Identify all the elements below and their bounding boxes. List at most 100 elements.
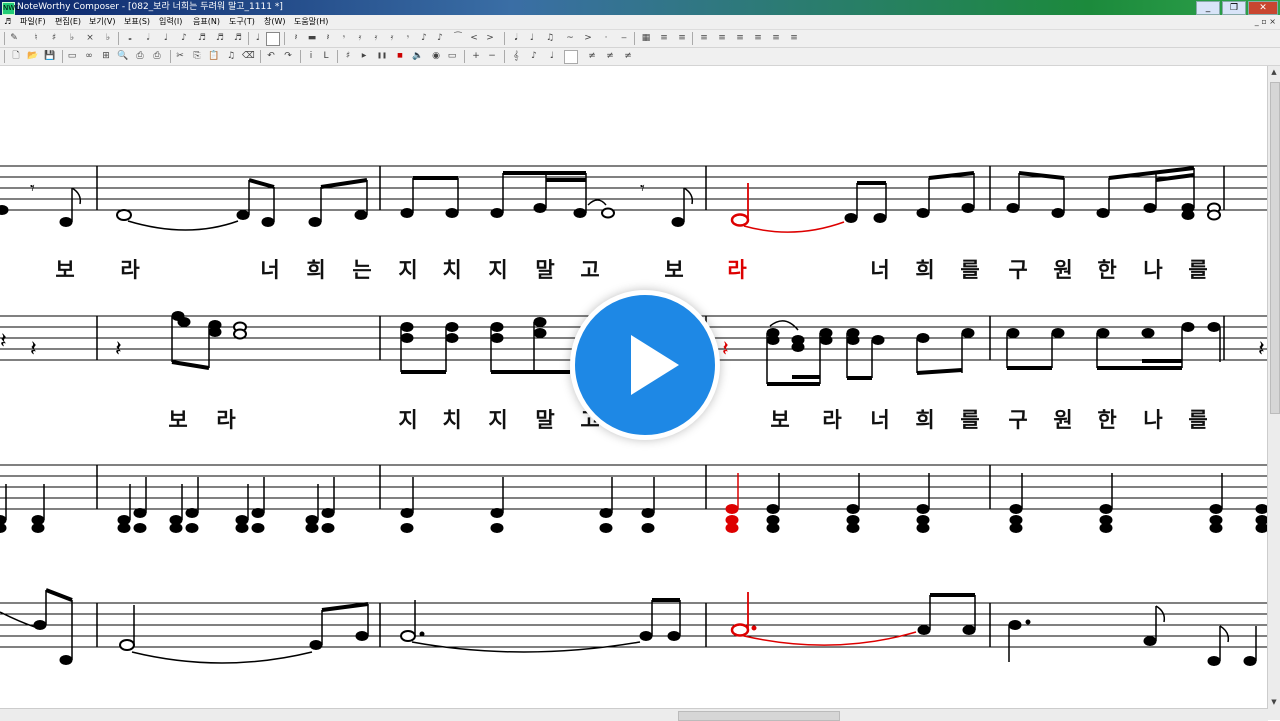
stem-up-icon[interactable]: 𝅘𝅥 bbox=[510, 32, 522, 44]
cut-icon[interactable]: ✂ bbox=[174, 50, 186, 62]
double-flat-icon[interactable]: ♭ bbox=[102, 32, 114, 44]
staff-props-icon[interactable]: ⊞ bbox=[100, 50, 112, 62]
justify-icon[interactable]: ≡ bbox=[752, 32, 764, 44]
justify-full-icon[interactable]: ≡ bbox=[788, 32, 800, 44]
thirty-second-note-icon[interactable]: ♬ bbox=[214, 32, 226, 44]
quarter-note-icon[interactable]: ♩ bbox=[160, 32, 172, 44]
vertical-scrollbar[interactable]: ▲ ▼ bbox=[1267, 66, 1280, 708]
rest-icon[interactable]: 𝄽 bbox=[290, 32, 302, 44]
justify-alt-icon[interactable]: ≡ bbox=[770, 32, 782, 44]
flat-icon[interactable]: ♭ bbox=[66, 32, 78, 44]
new-file-icon[interactable]: 🗋 bbox=[10, 50, 22, 62]
sixteenth-rest-icon[interactable]: 𝄿 bbox=[354, 32, 366, 44]
play-toolbar-icon[interactable]: ▶ bbox=[358, 50, 370, 62]
add-staff-icon[interactable]: + bbox=[470, 50, 482, 62]
redo-icon[interactable]: ↷ bbox=[282, 50, 294, 62]
volume-icon[interactable]: 🔈 bbox=[412, 50, 424, 62]
barline-icon[interactable]: ≠ bbox=[604, 50, 616, 62]
menu-tools[interactable]: 도구(T) bbox=[229, 15, 255, 29]
info-icon[interactable]: i bbox=[305, 50, 317, 62]
midi-icon[interactable]: ▭ bbox=[446, 50, 458, 62]
horizontal-scrollbar[interactable] bbox=[0, 708, 1268, 721]
sixteenth-note-icon[interactable]: ♬ bbox=[196, 32, 208, 44]
double-sharp-icon[interactable]: × bbox=[84, 32, 96, 44]
stem-down-icon[interactable]: ♩ bbox=[526, 32, 538, 44]
sharp-icon[interactable]: ♯ bbox=[48, 32, 60, 44]
natural-icon[interactable]: ♮ bbox=[30, 32, 42, 44]
eighth-rest-icon[interactable]: 𝄾 bbox=[338, 32, 350, 44]
chord-box-icon[interactable] bbox=[266, 32, 280, 46]
menu-notes[interactable]: 음표(N) bbox=[193, 15, 220, 29]
copy-icon[interactable]: ⎘ bbox=[191, 50, 203, 62]
tenuto-icon[interactable]: ‒ bbox=[618, 32, 630, 44]
open-file-icon[interactable]: 📂 bbox=[27, 50, 39, 62]
instrument-icon[interactable]: ♯ bbox=[342, 50, 354, 62]
lines-alt-icon[interactable]: ≡ bbox=[676, 32, 688, 44]
minimize-button[interactable]: _ bbox=[1196, 1, 1220, 15]
paste-special-icon[interactable]: ♫ bbox=[225, 50, 237, 62]
decrescendo-icon[interactable]: > bbox=[484, 32, 496, 44]
maximize-button[interactable]: ❐ bbox=[1222, 1, 1246, 15]
menu-edit[interactable]: 편집(E) bbox=[55, 15, 81, 29]
stop-toolbar-icon[interactable]: ■ bbox=[394, 50, 406, 62]
grace-alt-icon[interactable]: ♪ bbox=[434, 32, 446, 44]
scroll-down-icon[interactable]: ▼ bbox=[1268, 696, 1280, 708]
half-note-icon[interactable]: 𝅗𝅥 bbox=[142, 32, 154, 44]
lyric-syllable: 보 bbox=[770, 408, 790, 432]
quarter-rest-icon[interactable]: 𝄽 bbox=[322, 32, 334, 44]
time-sig-icon[interactable]: ♩ bbox=[546, 50, 558, 62]
menu-help[interactable]: 도움말(H) bbox=[294, 15, 328, 29]
delete-icon[interactable]: ⌫ bbox=[242, 50, 255, 62]
page-view-icon[interactable]: ▭ bbox=[66, 50, 78, 62]
menu-window[interactable]: 창(W) bbox=[264, 15, 286, 29]
dotted-rest-icon[interactable]: 𝄾 bbox=[402, 32, 414, 44]
print-preview-icon[interactable]: ⎙ bbox=[151, 50, 163, 62]
flow-icon[interactable]: ≠ bbox=[622, 50, 634, 62]
eraser-icon[interactable]: ✎ bbox=[8, 32, 20, 44]
lyric-icon[interactable]: L bbox=[320, 50, 332, 62]
crescendo-icon[interactable]: < bbox=[468, 32, 480, 44]
menu-staff[interactable]: 보표(S) bbox=[124, 15, 150, 29]
lines-icon[interactable]: ≡ bbox=[658, 32, 670, 44]
print-icon[interactable]: ⎙ bbox=[134, 50, 146, 62]
zoom-icon[interactable]: 🔍 bbox=[117, 50, 129, 62]
doc-menu-icon[interactable]: ♬ bbox=[4, 15, 11, 29]
beam-icon[interactable]: ♫ bbox=[544, 32, 556, 44]
vertical-scroll-thumb[interactable] bbox=[1270, 82, 1280, 414]
menu-view[interactable]: 보기(V) bbox=[89, 15, 115, 29]
clef-icon[interactable]: 𝄞 bbox=[510, 50, 522, 62]
pause-toolbar-icon[interactable]: ❚❚ bbox=[376, 50, 388, 62]
sixty-fourth-rest-icon[interactable]: 𝄿 bbox=[386, 32, 398, 44]
lyric-syllable: 원 bbox=[1053, 258, 1073, 282]
align-right-icon[interactable]: ≡ bbox=[734, 32, 746, 44]
dynamic-icon[interactable]: ≠ bbox=[586, 50, 598, 62]
thirty-second-rest-icon[interactable]: 𝄿 bbox=[370, 32, 382, 44]
slur-icon[interactable]: ~ bbox=[564, 32, 576, 44]
sixty-fourth-note-icon[interactable]: ♬ bbox=[232, 32, 244, 44]
whole-note-icon[interactable]: 𝅝 bbox=[124, 32, 136, 44]
glasses-icon[interactable]: ∞ bbox=[83, 50, 95, 62]
menu-insert[interactable]: 입력(I) bbox=[159, 15, 182, 29]
tempo-box-icon[interactable] bbox=[564, 50, 578, 64]
paste-icon[interactable]: 📋 bbox=[208, 50, 220, 62]
eighth-note-icon[interactable]: ♪ bbox=[178, 32, 190, 44]
dot-icon[interactable]: ♩ bbox=[252, 32, 264, 44]
align-left-icon[interactable]: ≡ bbox=[698, 32, 710, 44]
staccato-icon[interactable]: · bbox=[600, 32, 612, 44]
save-icon[interactable]: 💾 bbox=[44, 50, 56, 62]
tie-icon[interactable]: ⁀ bbox=[452, 32, 464, 44]
align-center-icon[interactable]: ≡ bbox=[716, 32, 728, 44]
half-rest-icon[interactable]: ▬ bbox=[306, 32, 318, 44]
metronome-icon[interactable]: ◉ bbox=[430, 50, 442, 62]
accent-icon[interactable]: > bbox=[582, 32, 594, 44]
remove-staff-icon[interactable]: − bbox=[486, 50, 498, 62]
close-button[interactable]: ✕ bbox=[1248, 1, 1278, 15]
scroll-up-icon[interactable]: ▲ bbox=[1268, 66, 1280, 78]
video-play-button[interactable] bbox=[570, 290, 720, 440]
grace-note-icon[interactable]: ♪ bbox=[418, 32, 430, 44]
mdi-controls[interactable]: _ ▫ × bbox=[1255, 15, 1276, 29]
key-sig-icon[interactable]: ♪ bbox=[528, 50, 540, 62]
menu-file[interactable]: 파일(F) bbox=[20, 15, 46, 29]
grid-icon[interactable]: ▦ bbox=[640, 32, 652, 44]
undo-icon[interactable]: ↶ bbox=[265, 50, 277, 62]
